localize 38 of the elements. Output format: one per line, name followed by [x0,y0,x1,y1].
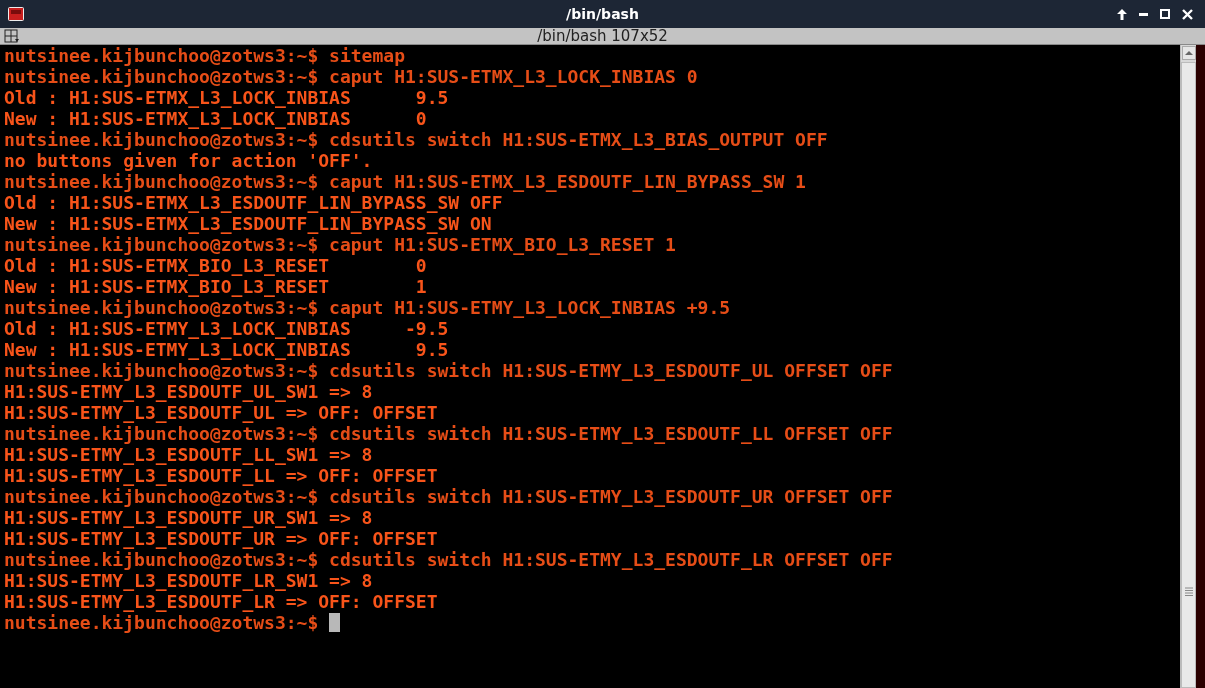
terminal-line: H1:SUS-ETMY_L3_ESDOUTF_LL_SW1 => 8 [4,444,373,465]
terminal-line: nutsinee.kijbunchoo@zotws3:~$ caput H1:SUS-ETMX_BIO_L3_RESET 1 [4,234,676,255]
maximize-icon[interactable] [1160,9,1170,19]
terminal-line: H1:SUS-ETMY_L3_ESDOUTF_UR_SW1 => 8 [4,507,373,528]
close-icon[interactable] [1182,8,1193,20]
terminal-line: Old : H1:SUS-ETMX_BIO_L3_RESET 0 [4,255,427,276]
terminal-line: H1:SUS-ETMY_L3_ESDOUTF_LR => OFF: OFFSET [4,591,438,612]
scroll-up-icon[interactable] [1181,46,1196,60]
terminal-line: Old : H1:SUS-ETMY_L3_LOCK_INBIAS -9.5 [4,318,449,339]
keep-above-icon[interactable] [1117,8,1127,20]
terminal-line: nutsinee.kijbunchoo@zotws3:~$ caput H1:SUS-ETMX_L3_ESDOUTF_LIN_BYPASS_SW 1 [4,171,806,192]
grip-icon [1184,587,1193,597]
terminal-line: Old : H1:SUS-ETMX_L3_ESDOUTF_LIN_BYPASS_SW OFF [4,192,503,213]
terminal-icon[interactable] [8,7,24,21]
terminal-line: no buttons given for action 'OFF'. [4,150,373,171]
terminal-line: New : H1:SUS-ETMY_L3_LOCK_INBIAS 9.5 [4,339,449,360]
terminal-line: nutsinee.kijbunchoo@zotws3:~$ cdsutils switch H1:SUS-ETMY_L3_ESDOUTF_UL OFFSET OFF [4,360,893,381]
terminal-line: nutsinee.kijbunchoo@zotws3:~$ caput H1:SUS-ETMY_L3_LOCK_INBIAS +9.5 [4,297,731,318]
terminal-line: nutsinee.kijbunchoo@zotws3:~$ cdsutils switch H1:SUS-ETMX_L3_BIAS_OUTPUT OFF [4,129,828,150]
terminal-line: H1:SUS-ETMY_L3_ESDOUTF_UL_SW1 => 8 [4,381,373,402]
terminal-line: H1:SUS-ETMY_L3_ESDOUTF_LR_SW1 => 8 [4,570,373,591]
terminal-line: Old : H1:SUS-ETMX_L3_LOCK_INBIAS 9.5 [4,87,449,108]
terminal-line: nutsinee.kijbunchoo@zotws3:~$ [4,612,319,633]
terminal-line: New : H1:SUS-ETMX_L3_LOCK_INBIAS 0 [4,108,427,129]
terminal-line: New : H1:SUS-ETMX_BIO_L3_RESET 1 [4,276,427,297]
terminal-line: nutsinee.kijbunchoo@zotws3:~$ caput H1:SUS-ETMX_L3_LOCK_INBIAS 0 [4,66,698,87]
terminal-line: nutsinee.kijbunchoo@zotws3:~$ cdsutils switch H1:SUS-ETMY_L3_ESDOUTF_LR OFFSET OFF [4,549,893,570]
split-view-icon[interactable] [4,29,20,43]
terminal-line: nutsinee.kijbunchoo@zotws3:~$ cdsutils switch H1:SUS-ETMY_L3_ESDOUTF_UR OFFSET OFF [4,486,893,507]
terminal-line: H1:SUS-ETMY_L3_ESDOUTF_UL => OFF: OFFSET [4,402,438,423]
terminal-line: nutsinee.kijbunchoo@zotws3:~$ cdsutils switch H1:SUS-ETMY_L3_ESDOUTF_LL OFFSET OFF [4,423,893,444]
terminal-line: nutsinee.kijbunchoo@zotws3:~$ sitemap [4,45,405,66]
terminal-line: H1:SUS-ETMY_L3_ESDOUTF_UR => OFF: OFFSET [4,528,438,549]
minimize-icon[interactable] [1139,12,1148,16]
tab-title[interactable]: /bin/bash 107x52 [537,28,668,44]
terminal-line: H1:SUS-ETMY_L3_ESDOUTF_LL => OFF: OFFSET [4,465,438,486]
terminal-line: New : H1:SUS-ETMX_L3_ESDOUTF_LIN_BYPASS_SW ON [4,213,492,234]
window-title: /bin/bash [566,6,639,22]
